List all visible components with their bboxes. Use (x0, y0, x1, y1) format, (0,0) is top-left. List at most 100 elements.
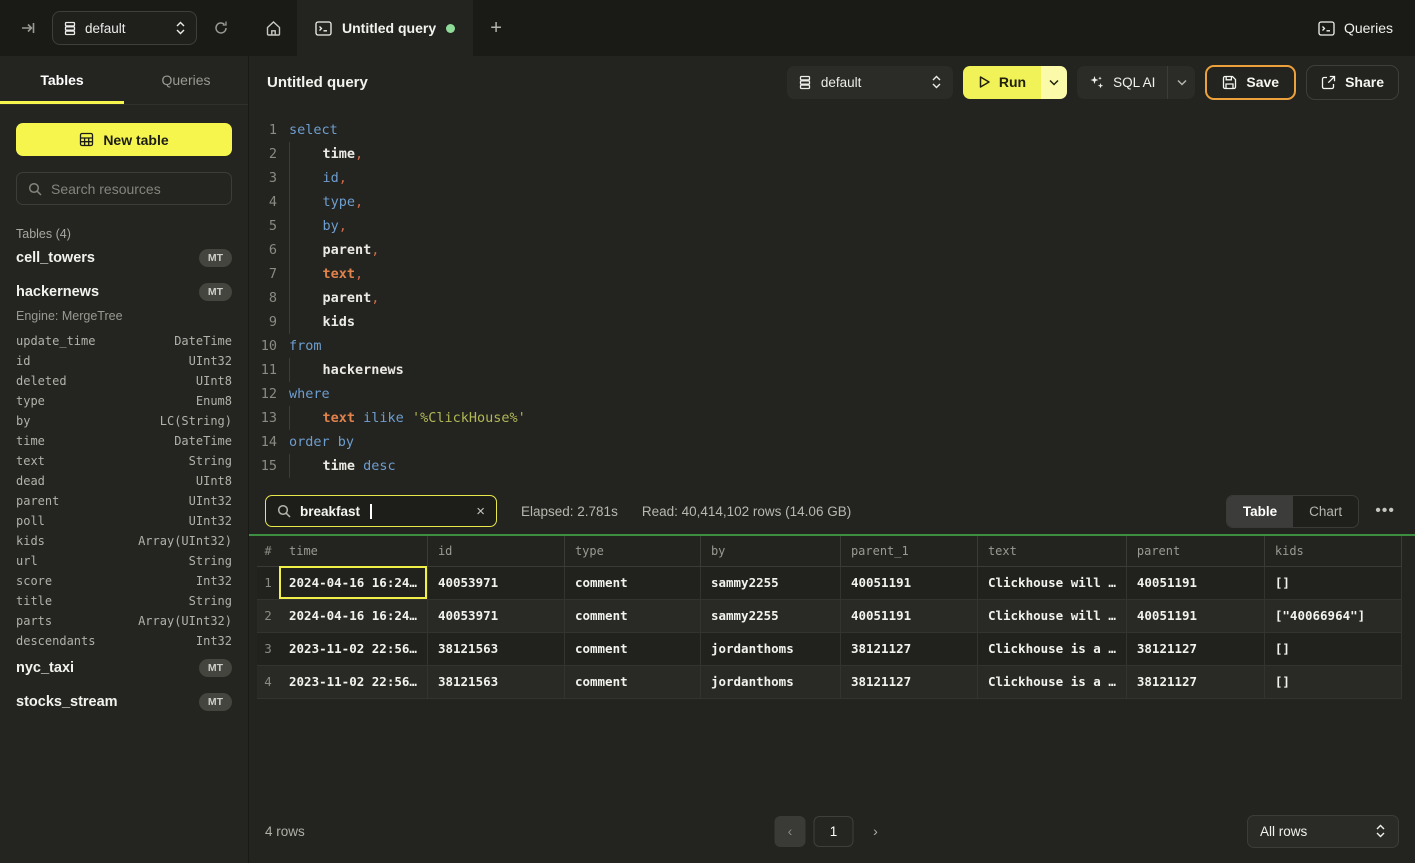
sql-ai-button[interactable]: SQL AI (1077, 66, 1195, 99)
table-item[interactable]: nyc_taxiMT (16, 651, 232, 685)
table-cell[interactable]: sammy2255 (700, 599, 840, 632)
table-item[interactable]: cell_towersMT (16, 241, 232, 275)
code-token: , (355, 142, 363, 166)
sidebar-search-input[interactable] (51, 181, 220, 197)
line-number: 13 (249, 406, 277, 430)
table-cell[interactable]: Clickhouse is a … (977, 665, 1126, 698)
line-number: 15 (249, 454, 277, 478)
line-number: 9 (249, 310, 277, 334)
column-header[interactable]: type (564, 536, 700, 566)
column-header[interactable]: # (257, 536, 279, 566)
indent-guide (289, 190, 323, 214)
collapse-sidebar-button[interactable] (14, 14, 42, 42)
table-cell[interactable]: comment (564, 665, 700, 698)
rows-per-page-select[interactable]: All rows (1247, 815, 1399, 848)
table-cell[interactable]: [] (1264, 566, 1401, 599)
table-cell[interactable]: 40053971 (427, 599, 564, 632)
table-cell[interactable]: ["40066964"] (1264, 599, 1401, 632)
engine-badge: MT (199, 283, 232, 301)
query-database-value: default (821, 75, 922, 90)
prev-page-button[interactable]: ‹ (775, 816, 806, 847)
column-header[interactable]: id (427, 536, 564, 566)
table-cell[interactable]: comment (564, 566, 700, 599)
row-number[interactable]: 1 (257, 566, 279, 599)
table-cell[interactable]: sammy2255 (700, 566, 840, 599)
query-database-select[interactable]: default (787, 66, 953, 99)
table-cell[interactable]: 40053971 (427, 566, 564, 599)
sidebar-tab-queries[interactable]: Queries (124, 56, 248, 104)
refresh-button[interactable] (207, 14, 235, 42)
column-type: UInt32 (189, 511, 232, 531)
table-cell[interactable]: 38121127 (840, 665, 977, 698)
queries-button[interactable]: Queries (1318, 20, 1393, 36)
table-cell[interactable]: jordanthoms (700, 665, 840, 698)
run-label: Run (999, 74, 1026, 90)
table-cell[interactable]: 38121563 (427, 632, 564, 665)
home-button[interactable] (249, 0, 297, 56)
next-page-button[interactable]: › (862, 816, 890, 847)
new-tab-button[interactable]: + (473, 0, 519, 56)
view-toggle-chart[interactable]: Chart (1293, 496, 1358, 527)
column-name: title (16, 591, 52, 611)
line-number: 2 (249, 142, 277, 166)
table-cell[interactable]: Clickhouse is a … (977, 632, 1126, 665)
sidebar-tab-tables[interactable]: Tables (0, 56, 124, 104)
topbar-database-select[interactable]: default (52, 11, 197, 45)
clear-search-button[interactable]: × (476, 503, 485, 520)
row-number[interactable]: 2 (257, 599, 279, 632)
share-button[interactable]: Share (1306, 65, 1399, 100)
sql-ai-dropdown[interactable] (1167, 66, 1195, 99)
column-name: descendants (16, 631, 95, 651)
row-number[interactable]: 3 (257, 632, 279, 665)
table-cell[interactable]: [] (1264, 632, 1401, 665)
table-item[interactable]: stocks_streamMT (16, 685, 232, 719)
column-header[interactable]: parent_1 (840, 536, 977, 566)
current-page-button[interactable]: 1 (814, 816, 854, 847)
table-cell[interactable]: 40051191 (840, 566, 977, 599)
table-cell[interactable]: 38121127 (1126, 665, 1264, 698)
column-row: kidsArray(UInt32) (16, 531, 232, 551)
run-button[interactable]: Run (963, 66, 1041, 99)
table-cell[interactable]: [] (1264, 665, 1401, 698)
table-cell[interactable]: 2024-04-16 16:24… (279, 599, 427, 632)
new-table-button[interactable]: New table (16, 123, 232, 156)
indent-guide (289, 454, 323, 478)
table-cell[interactable]: 38121127 (840, 632, 977, 665)
sql-editor[interactable]: 1select2 time,3 id,4 type,5 by,6 parent,… (249, 108, 1415, 488)
view-toggle-table[interactable]: Table (1227, 496, 1293, 527)
column-header[interactable]: text (977, 536, 1126, 566)
table-cell[interactable]: comment (564, 599, 700, 632)
new-table-label: New table (103, 132, 168, 148)
column-header[interactable]: kids (1264, 536, 1401, 566)
table-cell[interactable]: 2023-11-02 22:56… (279, 632, 427, 665)
indent-guide (289, 310, 323, 334)
column-header[interactable]: parent (1126, 536, 1264, 566)
table-cell[interactable]: 40051191 (1126, 566, 1264, 599)
row-number[interactable]: 4 (257, 665, 279, 698)
table-cell[interactable]: 2023-11-02 22:56… (279, 665, 427, 698)
tab-untitled-query[interactable]: Untitled query (297, 0, 473, 56)
table-cell[interactable]: 40051191 (1126, 599, 1264, 632)
sidebar-search[interactable] (16, 172, 232, 205)
results-more-button[interactable]: ••• (1371, 498, 1399, 524)
table-cell[interactable]: 38121127 (1126, 632, 1264, 665)
save-button[interactable]: Save (1205, 65, 1296, 100)
run-options-button[interactable] (1041, 66, 1067, 99)
code-token: '%ClickHouse%' (412, 406, 526, 430)
code-token: kids (323, 310, 356, 334)
table-cell[interactable]: 40051191 (840, 599, 977, 632)
table-item[interactable]: hackernewsMT (16, 275, 232, 309)
table-cell[interactable]: 38121563 (427, 665, 564, 698)
results-search[interactable]: breakfast × (265, 495, 497, 527)
table-cell[interactable]: jordanthoms (700, 632, 840, 665)
column-name: parent (16, 491, 59, 511)
sql-ai-label: SQL AI (1113, 75, 1155, 90)
column-header[interactable]: by (700, 536, 840, 566)
table-cell[interactable]: comment (564, 632, 700, 665)
indent-guide (289, 214, 323, 238)
table-cell[interactable]: 2024-04-16 16:24… (279, 566, 427, 599)
table-cell[interactable]: Clickhouse will … (977, 566, 1126, 599)
table-cell[interactable]: Clickhouse will … (977, 599, 1126, 632)
column-header[interactable]: time (279, 536, 427, 566)
sidebar: Tables Queries New table Tables (4) (0, 56, 249, 863)
